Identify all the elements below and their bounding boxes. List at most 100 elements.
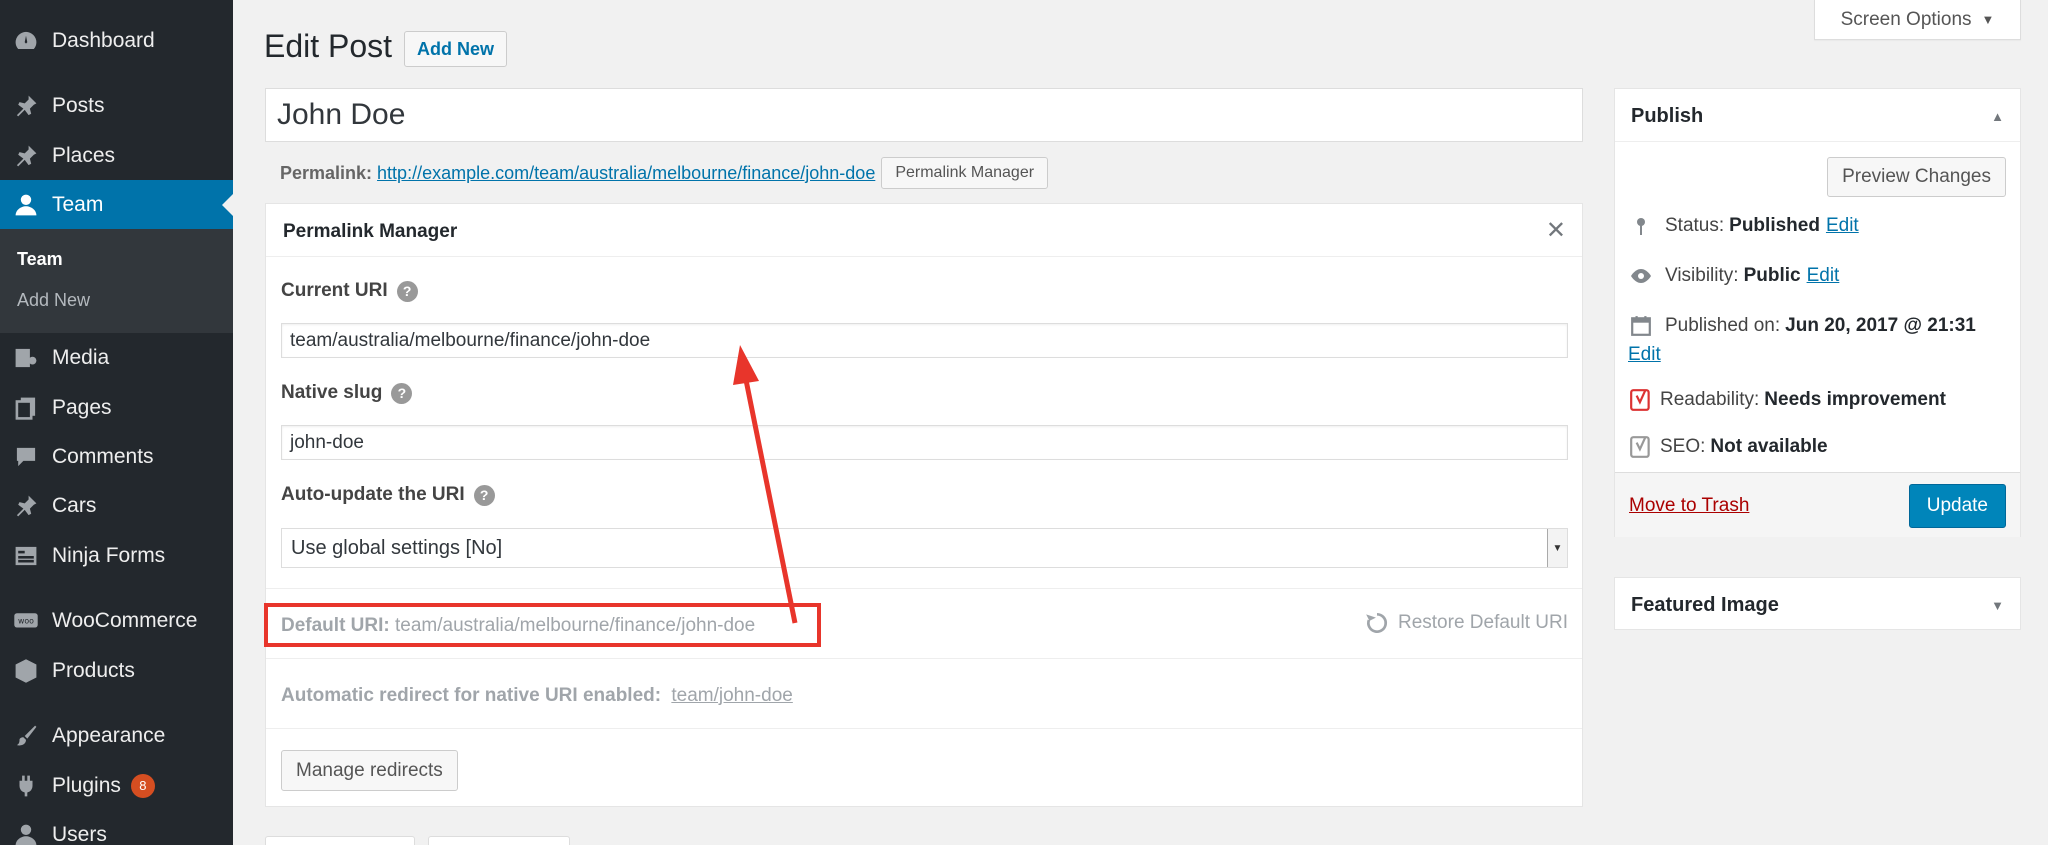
published-on-edit-link[interactable]: Edit <box>1628 344 1661 366</box>
auto-update-label-text: Auto-update the URI <box>281 484 465 505</box>
sidebar-item-label: Media <box>52 346 110 369</box>
visibility-label: Visibility: <box>1665 265 1739 286</box>
divider <box>266 658 1582 659</box>
screen-options-button[interactable]: Screen Options ▼ <box>1814 0 2021 40</box>
sidebar-item-label: Appearance <box>52 724 166 747</box>
bottom-button[interactable] <box>428 836 570 845</box>
sidebar-item-appearance[interactable]: Appearance <box>0 711 233 761</box>
comment-icon <box>0 444 52 470</box>
sidebar-item-label: WooCommerce <box>52 609 198 632</box>
help-icon[interactable]: ? <box>391 382 413 404</box>
current-uri-label-text: Current URI <box>281 280 388 301</box>
readability-label: Readability: <box>1660 389 1760 410</box>
preview-changes-button[interactable]: Preview Changes <box>1827 157 2006 197</box>
users-icon <box>0 822 52 845</box>
move-to-trash-link[interactable]: Move to Trash <box>1629 495 1749 517</box>
sidebar-item-team[interactable]: Team <box>0 180 233 230</box>
chevron-down-icon: ▼ <box>1547 529 1567 567</box>
visibility-row: Visibility: Public Edit <box>1628 263 1839 289</box>
help-icon[interactable]: ? <box>473 484 495 506</box>
auto-update-select[interactable]: Use global settings [No] ▼ <box>281 528 1568 568</box>
sidebar-item-media[interactable]: Media <box>0 333 233 383</box>
sidebar-item-plugins[interactable]: Plugins 8 <box>0 761 233 811</box>
visibility-value: Public <box>1743 265 1801 286</box>
yoast-seo-icon <box>1628 434 1654 460</box>
sidebar-item-label: Comments <box>52 445 154 468</box>
sidebar-item-dashboard[interactable]: Dashboard <box>0 16 233 66</box>
permalink-link[interactable]: http://example.com/team/australia/melbou… <box>377 163 875 184</box>
pin-icon <box>0 143 52 169</box>
publish-box: Publish ▲ Preview Changes Status: Publis… <box>1614 88 2021 537</box>
sidebar-item-pages[interactable]: Pages <box>0 383 233 433</box>
sidebar-item-places[interactable]: Places <box>0 131 233 181</box>
add-new-button[interactable]: Add New <box>404 31 508 67</box>
sidebar-item-posts[interactable]: Posts <box>0 81 233 131</box>
sidebar-item-woocommerce[interactable]: woo WooCommerce <box>0 596 233 646</box>
featured-image-title: Featured Image <box>1631 594 1779 616</box>
screen-options-label: Screen Options <box>1840 8 1972 30</box>
permalink-manager-button[interactable]: Permalink Manager <box>881 157 1049 189</box>
submenu-item-add-new[interactable]: Add New <box>17 290 90 311</box>
sidebar-item-label: Pages <box>52 396 112 419</box>
expand-arrow-icon[interactable]: ▼ <box>1991 598 2004 613</box>
woocommerce-icon: woo <box>0 608 52 634</box>
update-button[interactable]: Update <box>1908 484 2006 528</box>
forms-icon <box>0 543 52 569</box>
permalink-row: Permalink: http://example.com/team/austr… <box>280 157 1049 189</box>
sidebar-item-users[interactable]: Users <box>0 810 233 845</box>
sidebar-item-label: Team <box>52 193 104 216</box>
user-icon <box>0 192 52 218</box>
page-title: Edit Post <box>264 28 393 64</box>
visibility-edit-link[interactable]: Edit <box>1807 265 1840 287</box>
submenu-item-team[interactable]: Team <box>17 249 63 270</box>
bottom-button[interactable] <box>265 836 415 845</box>
post-title-input[interactable]: John Doe <box>265 88 1583 142</box>
pin-icon <box>1628 213 1654 239</box>
sidebar-item-products[interactable]: Products <box>0 646 233 696</box>
status-row: Status: Published Edit <box>1628 213 1859 239</box>
seo-value: Not available <box>1710 436 1828 457</box>
sidebar-item-label: Products <box>52 659 135 682</box>
featured-image-box[interactable]: Featured Image ▼ <box>1614 577 2021 630</box>
sidebar-item-label: Ninja Forms <box>52 544 166 567</box>
admin-sidebar: Dashboard Posts Places Team Team Add New… <box>0 0 233 845</box>
help-icon[interactable]: ? <box>396 280 418 302</box>
publish-actions: Move to Trash Update <box>1615 472 2020 537</box>
restore-default-uri-label: Restore Default URI <box>1397 612 1568 633</box>
auto-update-label: Auto-update the URI ? <box>281 484 495 506</box>
auto-update-selected-value: Use global settings [No] <box>291 536 503 559</box>
plugin-icon <box>0 773 52 799</box>
collapse-arrow-icon[interactable]: ▲ <box>1991 109 2004 124</box>
sidebar-item-ninja-forms[interactable]: Ninja Forms <box>0 531 233 581</box>
status-edit-link[interactable]: Edit <box>1826 215 1859 237</box>
pages-icon <box>0 395 52 421</box>
sidebar-item-cars[interactable]: Cars <box>0 481 233 531</box>
manage-redirects-button[interactable]: Manage redirects <box>281 750 458 791</box>
sidebar-item-label: Dashboard <box>52 29 155 52</box>
divider <box>266 588 1582 589</box>
published-on-row: Published on: Jun 20, 2017 @ 21:31 <box>1628 313 1976 339</box>
restore-default-uri-button[interactable]: Restore Default URI <box>1364 610 1568 636</box>
current-uri-label: Current URI ? <box>281 280 418 302</box>
auto-redirect-label: Automatic redirect for native URI enable… <box>281 685 662 706</box>
dashboard-icon <box>0 28 52 54</box>
publish-header[interactable]: Publish ▲ <box>1615 89 2020 142</box>
status-value: Published <box>1729 215 1820 236</box>
permalink-manager-box: Permalink Manager ✕ Current URI ? team/a… <box>265 203 1583 807</box>
seo-row: SEO: Not available <box>1628 434 1828 460</box>
status-label: Status: <box>1665 215 1725 236</box>
team-submenu: Team Add New <box>0 229 233 333</box>
caret-down-icon: ▼ <box>1981 12 1995 27</box>
permalink-manager-header: Permalink Manager ✕ <box>266 204 1582 257</box>
auto-redirect-link[interactable]: team/john-doe <box>671 685 792 706</box>
sidebar-item-comments[interactable]: Comments <box>0 432 233 482</box>
svg-text:woo: woo <box>18 617 34 626</box>
current-uri-input[interactable]: team/australia/melbourne/finance/john-do… <box>281 323 1568 358</box>
native-slug-input[interactable]: john-doe <box>281 425 1568 460</box>
box-icon <box>0 658 52 684</box>
annotation-highlight-box <box>264 603 821 647</box>
eye-icon <box>1628 263 1654 289</box>
undo-icon <box>1366 612 1387 634</box>
pin-icon <box>0 93 52 119</box>
close-icon[interactable]: ✕ <box>1546 216 1566 245</box>
